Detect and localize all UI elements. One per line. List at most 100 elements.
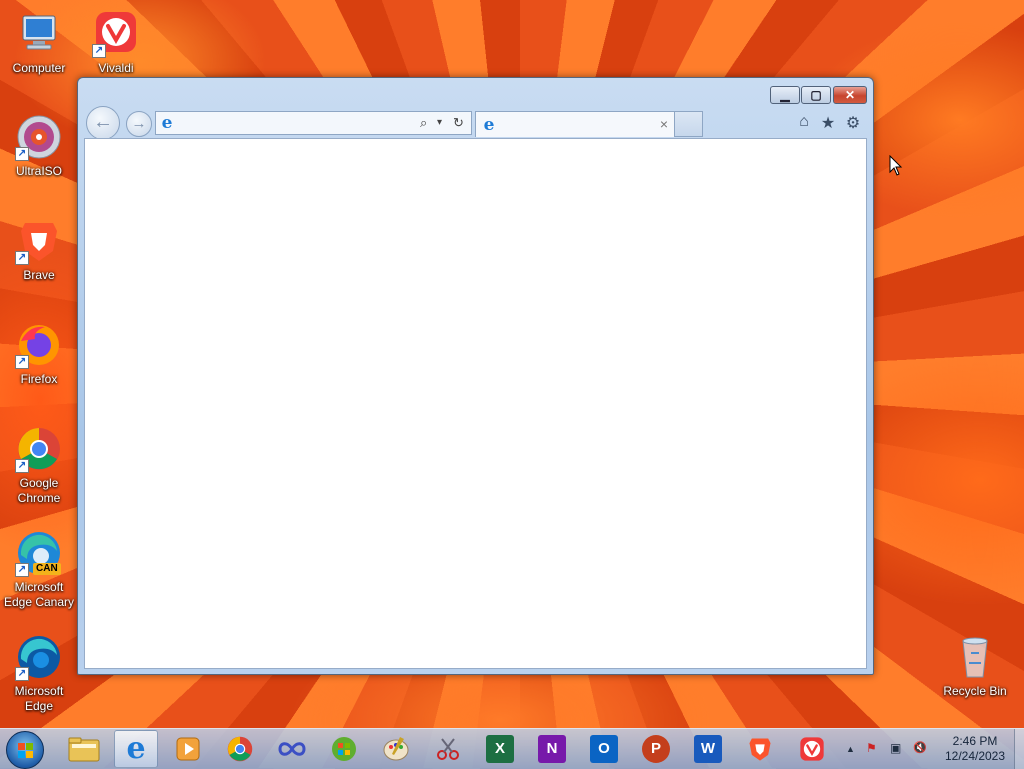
search-icon[interactable]: ⌕ [420,115,427,131]
clock-date: 12/24/2023 [944,749,1006,763]
outlook-icon: O [590,735,618,763]
shortcut-arrow-icon: ↗ [15,667,29,681]
desktop-icon-label: Vivaldi [98,61,134,75]
tab-close-icon[interactable]: × [660,116,668,132]
maximize-icon: ▢ [810,88,822,102]
desktop-icon-label: Microsoft Edge Canary [3,580,75,609]
clock-time: 2:46 PM [952,734,998,748]
computer-icon [15,10,63,58]
shortcut-arrow-icon: ↗ [15,147,29,161]
start-button[interactable] [6,731,44,769]
refresh-icon[interactable]: ↻ [453,115,464,131]
taskbar-app-windows-live[interactable] [322,730,366,768]
taskbar-app-internet-explorer[interactable]: e [114,730,158,768]
action-center-flag-icon[interactable]: ⚑ [866,741,877,755]
close-icon: ✕ [844,88,856,102]
word-icon: W [694,735,722,763]
edge-canary-icon: CAN ↗ [15,529,63,577]
back-button[interactable]: ← [86,106,120,140]
desktop-icon-vivaldi[interactable]: ↗ Vivaldi [78,10,154,76]
system-clock[interactable]: 2:46 PM 12/24/2023 [940,734,1010,764]
desktop-icon-label: Google Chrome [17,476,61,505]
address-input[interactable] [178,114,412,134]
desktop-icon-ultraiso[interactable]: ↗ UltraISO [1,113,77,179]
infinity-icon [278,742,306,756]
browser-tab[interactable]: e × [475,111,675,137]
desktop-icon-label: Firefox [20,372,58,386]
taskbar-app-onenote[interactable]: N [530,730,574,768]
taskbar-app-paint[interactable] [374,730,418,768]
paint-palette-icon [383,737,409,761]
show-hidden-icons-button[interactable]: ▲ [846,744,855,754]
vivaldi-icon: ↗ [92,10,140,58]
brave-icon [749,738,771,761]
media-player-icon [176,737,200,761]
canary-badge: CAN [33,563,61,575]
desktop-icon-label: Computer [12,61,66,75]
ie-page-icon: e [161,113,173,133]
favorites-star-icon[interactable]: ★ [818,113,838,133]
shortcut-arrow-icon: ↗ [15,355,29,369]
ie-tab-icon: e [483,115,495,135]
tools-gear-icon[interactable]: ⚙ [843,113,863,133]
taskbar-app-explorer[interactable] [62,730,106,768]
edge-icon: ↗ [15,633,63,681]
desktop-icon-label: Microsoft Edge [14,684,64,713]
back-arrow-icon: ← [93,111,113,133]
minimize-icon: ▁ [780,88,790,102]
desktop-icon-edge-canary[interactable]: CAN ↗ Microsoft Edge Canary [1,529,77,610]
ultraiso-icon: ↗ [15,113,63,161]
forward-arrow-icon: → [131,115,147,132]
excel-icon: X [486,735,514,763]
maximize-button[interactable]: ▢ [801,86,831,104]
shortcut-arrow-icon: ↗ [15,459,29,473]
vivaldi-icon [800,737,824,761]
desktop-icon-label: Brave [23,268,55,282]
desktop-icon-edge[interactable]: ↗ Microsoft Edge [1,633,77,714]
desktop-icon-label: Recycle Bin [943,684,1007,698]
taskbar-app-brave[interactable] [738,730,782,768]
onenote-icon: N [538,735,566,763]
taskbar-app-chrome[interactable] [218,730,262,768]
desktop-icon-computer[interactable]: Computer [1,10,77,76]
firefox-icon: ↗ [15,321,63,369]
taskbar-app-excel[interactable]: X [478,730,522,768]
brave-icon: ↗ [15,217,63,265]
taskbar-app-snipping-tool[interactable] [426,730,470,768]
address-bar[interactable]: e ⌕ ▾ ↻ [155,111,472,135]
desktop-icon-brave[interactable]: ↗ Brave [1,217,77,283]
taskbar-app-word[interactable]: W [686,730,730,768]
desktop-icon-firefox[interactable]: ↗ Firefox [1,321,77,387]
dropdown-icon[interactable]: ▾ [437,115,442,131]
desktop-icon-label: UltraISO [15,164,62,178]
recycle-bin-icon [951,633,999,681]
desktop-icon-recycle-bin[interactable]: Recycle Bin [937,633,1013,699]
folder-icon [68,737,100,762]
browser-window[interactable]: ▁ ▢ ✕ ← → e ⌕ ▾ ↻ e × ⌂ ★ ⚙ [77,77,874,675]
taskbar-app-powerpoint[interactable]: P [634,730,678,768]
mouse-cursor-icon [889,155,903,176]
taskbar-app-infinity[interactable] [270,730,314,768]
internet-explorer-icon: e [126,731,146,766]
powerpoint-icon: P [642,735,670,763]
volume-muted-icon[interactable]: 🔇 [913,741,927,754]
new-tab-button[interactable] [675,111,703,137]
forward-button[interactable]: → [126,111,152,137]
show-desktop-button[interactable] [1014,729,1024,769]
windows-live-icon [332,737,356,761]
chrome-icon [227,736,253,762]
chrome-icon: ↗ [15,425,63,473]
taskbar-app-media-player[interactable] [166,730,210,768]
taskbar-app-outlook[interactable]: O [582,730,626,768]
desktop-icon-google-chrome[interactable]: ↗ Google Chrome [1,425,77,506]
minimize-button[interactable]: ▁ [770,86,800,104]
taskbar-app-vivaldi[interactable] [790,730,834,768]
network-icon[interactable]: ▣ [890,741,901,755]
windows-logo-icon [18,743,34,759]
shortcut-arrow-icon: ↗ [92,44,106,58]
home-icon[interactable]: ⌂ [794,113,814,131]
page-content-area[interactable] [84,138,867,669]
shortcut-arrow-icon: ↗ [15,251,29,265]
taskbar: e X N O P W ▲ ⚑ ▣ 🔇 2:46 PM 12/24/2023 [0,728,1024,769]
close-button[interactable]: ✕ [833,86,867,104]
